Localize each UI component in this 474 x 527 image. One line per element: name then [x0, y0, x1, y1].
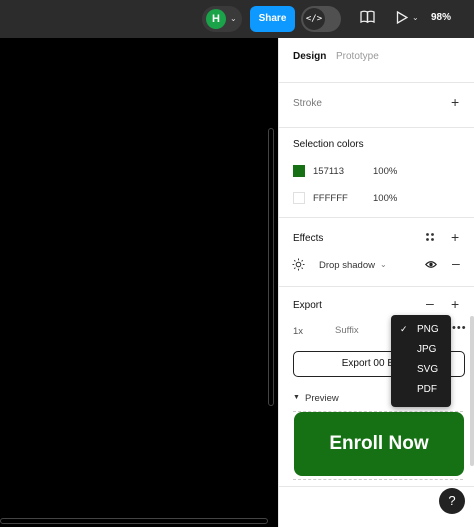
color-hex[interactable]: 157113: [313, 166, 344, 177]
divider: [279, 286, 474, 287]
format-option-pdf[interactable]: PDF: [417, 384, 437, 395]
add-effect-icon[interactable]: +: [451, 229, 459, 245]
remove-effect-icon[interactable]: –: [452, 255, 460, 271]
effects-section-title: Effects: [293, 233, 324, 244]
preview-toggle[interactable]: Preview: [305, 393, 339, 404]
panel-scrollbar[interactable]: [470, 316, 474, 466]
selection-colors-title: Selection colors: [293, 139, 364, 150]
check-icon: ✓: [400, 324, 408, 334]
color-opacity[interactable]: 100%: [373, 193, 397, 204]
properties-panel: Design Prototype Stroke + Selection colo…: [278, 38, 474, 527]
effect-type-select[interactable]: Drop shadow: [319, 260, 375, 271]
color-opacity[interactable]: 100%: [373, 166, 397, 177]
export-scale-select[interactable]: 1x: [293, 326, 303, 337]
chevron-down-icon[interactable]: ⌄: [380, 260, 387, 269]
sun-icon[interactable]: [292, 258, 305, 274]
stroke-section-title: Stroke: [293, 98, 322, 109]
avatar[interactable]: H: [206, 9, 226, 29]
divider: [279, 217, 474, 218]
canvas-vertical-scrollbar[interactable]: [268, 128, 274, 406]
top-toolbar: H ⌄ Share </> ⌄ 98%: [0, 0, 474, 38]
divider: [279, 127, 474, 128]
chevron-down-icon[interactable]: ⌄: [412, 13, 419, 22]
effect-styles-icon[interactable]: [425, 232, 435, 245]
format-option-jpg[interactable]: JPG: [417, 344, 436, 355]
remove-export-icon[interactable]: –: [426, 295, 434, 311]
color-swatch[interactable]: [293, 192, 305, 204]
suffix-input[interactable]: [335, 321, 395, 339]
format-option-png[interactable]: PNG: [417, 324, 439, 335]
canvas[interactable]: [0, 38, 278, 527]
more-options-icon[interactable]: •••: [452, 322, 467, 334]
dev-mode-toggle[interactable]: </>: [301, 6, 341, 32]
canvas-horizontal-scrollbar[interactable]: [0, 518, 268, 524]
preview-placeholder-line: [293, 479, 463, 480]
divider: [279, 486, 474, 487]
eye-icon[interactable]: [424, 260, 438, 272]
divider: [279, 82, 474, 83]
preview-enroll-button: Enroll Now: [294, 412, 464, 476]
color-swatch[interactable]: [293, 165, 305, 177]
chevron-down-icon: ⌄: [230, 14, 237, 23]
export-format-dropdown: ✓ PNG JPG SVG PDF: [391, 315, 451, 407]
help-button[interactable]: ?: [439, 488, 465, 514]
add-export-icon[interactable]: +: [451, 296, 459, 312]
color-hex[interactable]: FFFFFF: [313, 193, 348, 204]
format-option-svg[interactable]: SVG: [417, 364, 438, 375]
tab-design[interactable]: Design: [293, 51, 326, 62]
add-stroke-icon[interactable]: +: [451, 94, 459, 110]
export-section-title: Export: [293, 300, 322, 311]
share-button[interactable]: Share: [250, 6, 295, 32]
caret-down-icon[interactable]: ▼: [293, 394, 300, 401]
tab-prototype[interactable]: Prototype: [336, 51, 379, 62]
code-icon: </>: [303, 8, 325, 30]
user-avatar-menu[interactable]: H ⌄: [202, 6, 242, 32]
play-icon[interactable]: [396, 10, 409, 27]
zoom-level[interactable]: 98%: [431, 12, 451, 23]
book-icon[interactable]: [360, 10, 375, 26]
